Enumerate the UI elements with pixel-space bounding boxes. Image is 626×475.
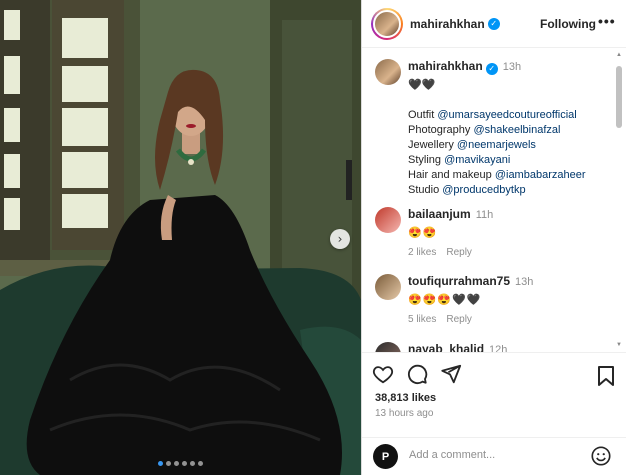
verified-badge-icon: ✓ [487,17,500,30]
post-timestamp[interactable]: 13 hours ago [375,408,433,419]
post-actions: 38,813 likes 13 hours ago [362,352,626,440]
comment-likes[interactable]: 5 likes [408,314,436,325]
instagram-post: › mahirahkhan ✓ Following ••• mahirahkha… [0,0,626,475]
mention-link[interactable]: @iambabarzaheer [495,169,586,181]
verified-badge-icon: ✓ [485,63,498,75]
comment-text: 😍😍 [408,227,438,239]
comment-text: 😍😍😍🖤🖤 [408,294,482,306]
caption-emoji: 🖤🖤 [408,79,436,91]
reply-button[interactable]: Reply [446,247,472,258]
add-comment-bar: P [362,437,626,475]
comment-item: nayab_khalid 12h [375,342,615,352]
post-caption: mahirahkhan ✓ 13h 🖤🖤 Outfit @umarsayeedcou… [375,59,605,198]
caption-author-avatar[interactable] [375,59,401,85]
comment-timestamp[interactable]: 12h [489,344,507,352]
author-username[interactable]: mahirahkhan [410,17,485,31]
emoji-icon[interactable] [590,445,612,470]
caption-timestamp[interactable]: 13h [503,61,521,73]
credit-line: Outfit @umarsayeedcoutureofficial [408,109,577,121]
chevron-right-icon: › [337,232,343,246]
author-avatar[interactable] [371,7,403,40]
post-photo[interactable]: › [0,0,361,475]
comment-timestamp[interactable]: 13h [515,276,533,288]
carousel-indicator [0,461,361,466]
credit-line: Studio @producedbytkp [408,184,526,196]
like-count[interactable]: 38,813 likes [375,392,436,404]
carousel-dot [182,461,187,466]
scroll-up-arrow-icon[interactable]: ▲ [615,52,623,58]
mention-link[interactable]: @mavikayani [444,154,510,166]
commenter-avatar[interactable] [375,342,401,352]
commenter-username[interactable]: bailaanjum [408,207,471,221]
mention-link[interactable]: @neemarjewels [457,139,536,151]
comment-timestamp[interactable]: 11h [476,209,494,221]
mention-link[interactable]: @umarsayeedcoutureofficial [437,109,576,121]
current-user-avatar[interactable]: P [373,444,398,469]
comment-item: bailaanjum11h 😍😍 2 likesReply ♡ [375,207,615,258]
photo-illustration [0,0,361,475]
credit-line: Photography @shakeelbinafzal [408,124,561,136]
scroll-down-arrow-icon[interactable]: ▼ [615,342,623,348]
caption-author-username[interactable]: mahirahkhan [408,59,483,73]
next-photo-button[interactable]: › [330,229,350,249]
following-button[interactable]: Following [540,17,596,31]
commenter-username[interactable]: toufiqurrahman75 [408,274,510,288]
carousel-dot [158,461,163,466]
commenter-avatar[interactable] [375,207,401,233]
comment-input[interactable] [409,449,579,461]
share-icon[interactable] [440,363,462,385]
more-options-icon[interactable]: ••• [598,13,616,29]
post-side-panel: mahirahkhan ✓ Following ••• mahirahkhan ✓… [361,0,626,475]
comment-item: toufiqurrahman7513h 😍😍😍🖤🖤 5 likesReply ♡ [375,274,615,325]
comment-icon[interactable] [406,363,428,385]
carousel-dot [198,461,203,466]
credit-line: Hair and makeup @iambabarzaheer [408,169,586,181]
comments-scrollbar[interactable]: ▲ ▼ [615,52,623,348]
carousel-dot [166,461,171,466]
commenter-avatar[interactable] [375,274,401,300]
heart-icon[interactable] [372,363,394,385]
scrollbar-thumb[interactable] [616,66,622,128]
credit-line: Jewellery @neemarjewels [408,139,536,151]
caption-credits: Outfit @umarsayeedcoutureofficial Photog… [408,108,605,198]
reply-button[interactable]: Reply [446,314,472,325]
bookmark-icon[interactable] [596,365,616,387]
mention-link[interactable]: @producedbytkp [442,184,525,196]
comments-scroll-area[interactable]: mahirahkhan ✓ 13h 🖤🖤 Outfit @umarsayeedcou… [362,49,626,352]
mention-link[interactable]: @shakeelbinafzal [473,124,560,136]
carousel-dot [174,461,179,466]
comment-likes[interactable]: 2 likes [408,247,436,258]
credit-line: Styling @mavikayani [408,154,511,166]
post-header: mahirahkhan ✓ Following ••• [362,0,626,48]
carousel-dot [190,461,195,466]
commenter-username[interactable]: nayab_khalid [408,342,484,352]
